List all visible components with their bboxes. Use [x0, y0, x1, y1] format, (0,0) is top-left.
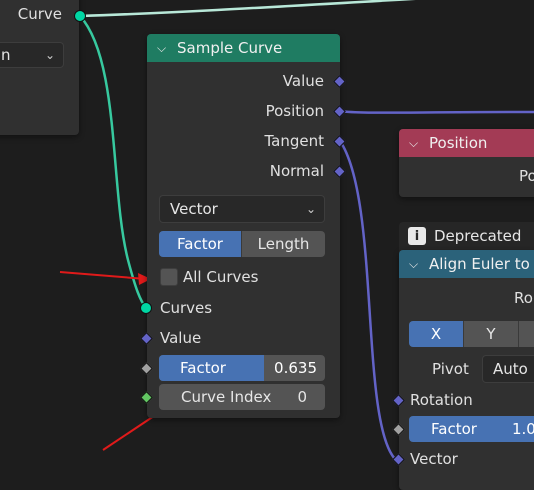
align-euler-header[interactable]: ⌵ Align Euler to V — [399, 250, 534, 278]
all-curves-checkbox[interactable] — [160, 268, 178, 286]
factor-slider[interactable]: Factor 0.635 — [159, 355, 325, 381]
collapse-chevron-icon[interactable]: ⌵ — [409, 257, 423, 272]
axis-y-button[interactable]: Y — [463, 321, 518, 347]
length-mode-button[interactable]: Length — [241, 231, 325, 257]
socket-curves-in[interactable] — [140, 302, 152, 314]
link-curve-top — [79, 0, 416, 18]
sample-curve-node[interactable]: ⌵ Sample Curve Value Position Tangent No… — [147, 34, 340, 418]
axis-z-button[interactable] — [518, 321, 534, 347]
input-rotation-label: Rotation — [410, 391, 473, 409]
position-node[interactable]: ⌵ Position Po — [399, 129, 534, 197]
curve-index-value: 0 — [297, 388, 307, 406]
axis-toggle[interactable]: X Y — [409, 321, 534, 347]
link-position-out — [339, 109, 534, 114]
factor-slider-value: 0.635 — [274, 359, 317, 377]
align-factor-label: Factor — [431, 420, 477, 438]
factor-slider-label: Factor — [180, 359, 226, 377]
position-title: Position — [429, 134, 488, 152]
factor-mode-button[interactable]: Factor — [159, 231, 241, 257]
link-tangent-to-vector — [338, 140, 396, 460]
factor-length-toggle[interactable]: Factor Length — [159, 231, 325, 257]
input-value-label: Value — [160, 329, 202, 347]
pivot-dropdown[interactable]: Auto — [482, 355, 534, 383]
curve-index-label: Curve Index — [181, 388, 272, 406]
position-output-label: Po — [519, 167, 534, 185]
all-curves-label: All Curves — [183, 268, 259, 286]
output-value-label: Value — [282, 72, 324, 90]
align-factor-slider[interactable]: Factor 1.0 — [409, 416, 534, 442]
position-header[interactable]: ⌵ Position — [399, 129, 534, 157]
curve-index-field[interactable]: Curve Index 0 — [159, 384, 325, 410]
chevron-down-icon: ⌄ — [44, 48, 55, 62]
link-curve-to-curves — [79, 15, 148, 309]
output-normal-label: Normal — [269, 162, 324, 180]
input-vector-label: Vector — [410, 450, 458, 468]
align-euler-node[interactable]: ⌵ Align Euler to V Ro X Y Pivot Auto Rot… — [399, 250, 534, 490]
info-icon: i — [408, 227, 426, 245]
left-node-dropdown-value: n — [1, 46, 11, 64]
left-node[interactable]: Curve n ⌄ — [0, 0, 79, 135]
output-tangent-label: Tangent — [264, 132, 324, 150]
left-node-curve-label: Curve — [17, 5, 62, 23]
align-euler-output-label: Ro — [514, 289, 533, 307]
mode-dropdown[interactable]: Vector ⌄ — [159, 195, 325, 223]
left-node-curve-socket[interactable] — [74, 10, 86, 22]
mode-dropdown-value: Vector — [170, 200, 218, 218]
input-curves-label: Curves — [160, 299, 213, 317]
axis-x-button[interactable]: X — [409, 321, 463, 347]
deprecated-label: Deprecated — [434, 227, 522, 245]
output-position-label: Position — [265, 102, 324, 120]
left-node-dropdown[interactable]: n ⌄ — [0, 42, 64, 68]
sample-curve-header[interactable]: ⌵ Sample Curve — [147, 34, 340, 62]
pivot-dropdown-value: Auto — [493, 360, 528, 378]
chevron-down-icon: ⌄ — [305, 202, 316, 216]
deprecated-frame[interactable]: i Deprecated — [399, 222, 534, 252]
align-factor-value: 1.0 — [512, 420, 534, 438]
collapse-chevron-icon[interactable]: ⌵ — [409, 136, 423, 151]
sample-curve-title: Sample Curve — [177, 39, 283, 57]
align-euler-title: Align Euler to V — [429, 255, 534, 273]
pivot-label: Pivot — [432, 360, 469, 378]
collapse-chevron-icon[interactable]: ⌵ — [157, 41, 171, 56]
